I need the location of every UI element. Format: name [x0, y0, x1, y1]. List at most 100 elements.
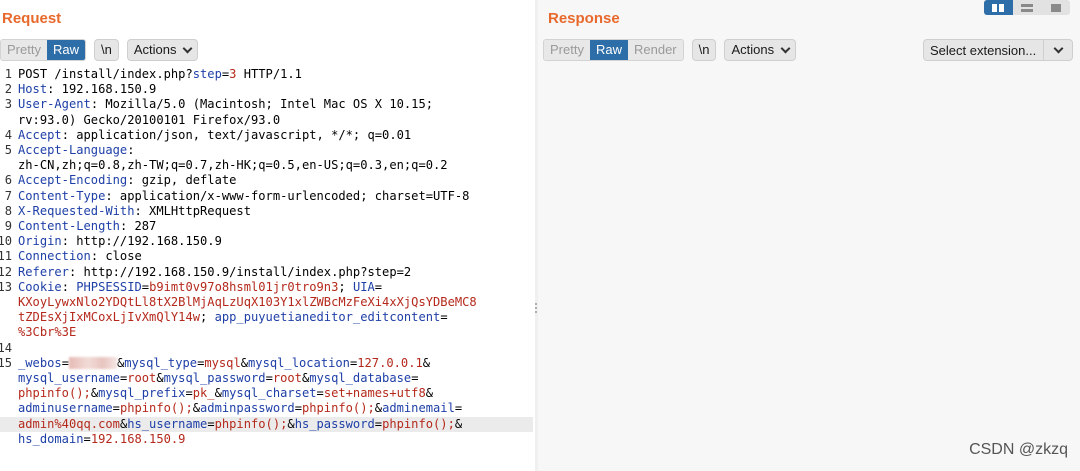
code-text: & — [156, 371, 164, 386]
select-extension-label: Select extension... — [930, 42, 1037, 58]
line-content: Content-Type: application/x-www-form-url… — [12, 189, 469, 204]
line-number: 11 — [0, 249, 12, 264]
code-text: = — [316, 386, 324, 401]
code-line: admin%40qq.com&hs_username=phpinfo();&hs… — [0, 416, 533, 432]
request-editor[interactable]: 1 POST /install/index.php?step=3 HTTP/1.1… — [0, 67, 533, 447]
code-text: : application/x-www-form-urlencoded; cha… — [105, 188, 470, 203]
code-text: : Mozilla/5.0 (Macintosh; Intel Mac OS X… — [90, 97, 434, 112]
tab-render[interactable]: Render — [627, 40, 683, 60]
tab-pretty[interactable]: Pretty — [1, 40, 47, 60]
code-text: = — [374, 279, 383, 294]
param-value: b9imt0v97o8hsml01jr0tro9n3 — [149, 279, 339, 294]
line-content: POST /install/index.php?step=3 HTTP/1.1 — [12, 67, 302, 82]
param-name: adminusername — [18, 401, 113, 416]
param-value: 127.0.0.1 — [357, 355, 423, 370]
line-content: phpinfo();&mysql_prefix=pk_&mysql_charse… — [12, 386, 433, 401]
actions-label: Actions — [731, 42, 775, 57]
line-content: zh-CN,zh;q=0.8,zh-TW;q=0.7,zh-HK;q=0.5,e… — [12, 158, 448, 173]
redacted-value — [68, 356, 117, 369]
code-text: : gzip, deflate — [127, 173, 237, 188]
single-view-button[interactable] — [1041, 0, 1070, 15]
code-text: : 192.168.150.9 — [47, 82, 157, 97]
param-value: KXoyLywxNlo2YDQtLl8tX2BlMjAqLzUqX103Y1xl… — [18, 295, 477, 310]
response-view-tabs: Pretty Raw Render — [543, 39, 684, 61]
param-name: adminpassword — [200, 401, 295, 416]
param-value: phpinfo(); — [119, 401, 193, 416]
line-content: X-Requested-With: XMLHttpRequest — [12, 204, 251, 219]
newline-toggle-button[interactable]: \n — [93, 39, 119, 61]
line-number — [0, 325, 12, 340]
split-view-button[interactable] — [984, 0, 1013, 15]
actions-button[interactable]: Actions — [724, 39, 797, 61]
tab-raw[interactable]: Raw — [46, 40, 85, 60]
line-number — [0, 371, 12, 386]
code-text: : — [127, 143, 135, 158]
param-value: phpinfo(); — [214, 416, 288, 431]
line-number: 7 — [4, 188, 12, 203]
line-number: 14 — [0, 340, 12, 355]
param-name: mysql_type — [124, 355, 198, 370]
param-value: set+names+utf8 — [323, 386, 426, 401]
line-number — [0, 386, 12, 401]
tab-raw[interactable]: Raw — [589, 40, 628, 60]
line-content: Accept: application/json, text/javascrip… — [12, 128, 411, 143]
param-value: root — [272, 371, 302, 386]
line-content: Referer: http://192.168.150.9/install/in… — [12, 265, 411, 280]
param-name: Host — [18, 82, 48, 97]
code-line: zh-CN,zh;q=0.8,zh-TW;q=0.7,zh-HK;q=0.5,e… — [0, 158, 533, 173]
code-line: hs_domain=192.168.150.9 — [0, 432, 533, 447]
line-content: rv:93.0) Gecko/20100101 Firefox/93.0 — [12, 113, 280, 128]
code-line: 2 Host: 192.168.150.9 — [0, 82, 533, 97]
line-content: Accept-Encoding: gzip, deflate — [12, 173, 236, 188]
chevron-down-icon — [183, 43, 193, 53]
param-name: Cookie — [18, 279, 62, 294]
line-number: 1 — [4, 67, 12, 81]
param-value: phpinfo(); — [382, 416, 455, 431]
param-name: mysql_charset — [221, 386, 317, 401]
line-number — [0, 158, 12, 173]
code-line: 6 Accept-Encoding: gzip, deflate — [0, 173, 533, 188]
param-name: Content-Length — [18, 219, 120, 234]
param-name: _webos — [18, 355, 62, 370]
line-number — [0, 310, 12, 325]
code-text: = — [265, 371, 273, 386]
line-content: tZDEsXjIxMCoxLjIvXmQlY14w; app_puyuetian… — [12, 310, 448, 325]
line-number: 2 — [4, 82, 12, 97]
code-text: = — [374, 416, 383, 431]
param-name: step — [192, 67, 222, 81]
code-text: : XMLHttpRequest — [134, 203, 252, 218]
watermark: CSDN @zkzq — [969, 441, 1068, 458]
code-line: rv:93.0) Gecko/20100101 Firefox/93.0 — [0, 113, 533, 128]
param-name: adminemail — [382, 401, 455, 416]
code-text: ; — [338, 279, 353, 294]
actions-button[interactable]: Actions — [126, 39, 199, 61]
code-line: 11 Connection: close — [0, 249, 533, 264]
param-name: X-Requested-With — [18, 203, 135, 218]
param-name: Accept-Encoding — [18, 173, 128, 188]
newline-toggle-button[interactable]: \n — [691, 39, 717, 61]
code-line: 1 POST /install/index.php?step=3 HTTP/1.1 — [0, 67, 533, 82]
code-text: POST /install/index.php? — [18, 67, 193, 81]
code-text: zh-CN,zh;q=0.8,zh-TW;q=0.7,zh-HK;q=0.5,e… — [18, 158, 448, 173]
stacked-view-button[interactable] — [1013, 0, 1042, 15]
param-name: PHPSESSID — [76, 279, 142, 294]
response-toolbar: Pretty Raw Render \n Actions — [543, 39, 797, 61]
param-value: phpinfo(); — [18, 386, 91, 401]
code-text: : http://192.168.150.9/install/index.php… — [68, 264, 412, 279]
line-content: adminusername=phpinfo();&adminpassword=p… — [12, 401, 462, 416]
line-number — [0, 113, 12, 128]
code-text: & — [90, 386, 99, 401]
param-name: Origin — [18, 234, 62, 249]
code-line: 8 X-Requested-With: XMLHttpRequest — [0, 204, 533, 219]
code-text: & — [374, 401, 383, 416]
line-content: Connection: close — [12, 249, 142, 264]
code-text: = — [141, 279, 150, 294]
code-line: 12 Referer: http://192.168.150.9/install/… — [0, 265, 533, 280]
line-content: Content-Length: 287 — [12, 219, 156, 234]
select-extension-dropdown[interactable]: Select extension... — [923, 39, 1073, 61]
rows-icon — [1021, 3, 1033, 12]
request-panel: Request Pretty Raw \n Actions 1 POST /ins… — [0, 0, 535, 471]
code-text: & — [287, 416, 295, 431]
tab-pretty[interactable]: Pretty — [544, 40, 590, 60]
code-text: & — [454, 416, 463, 431]
